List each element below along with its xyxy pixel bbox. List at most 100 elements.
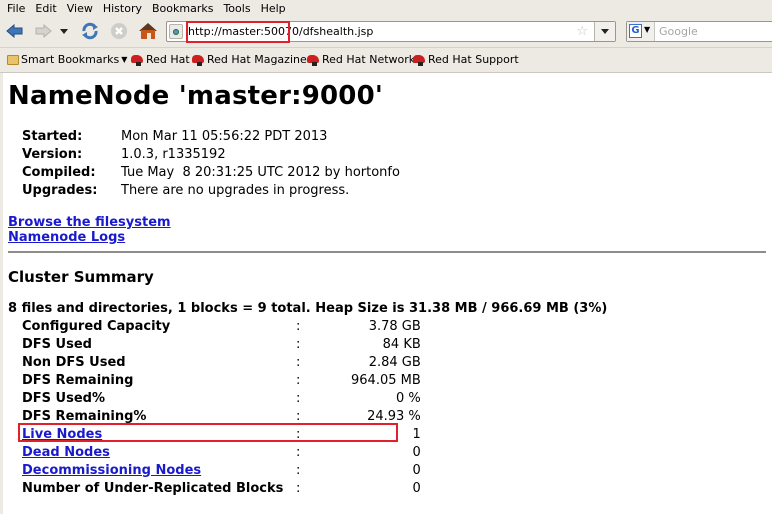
stats-row: Non DFS Used : 2.84 GB [22, 353, 421, 371]
stat-value: 1 [412, 426, 421, 442]
stats-row: Dead Nodes : 0 [22, 443, 421, 461]
search-input[interactable]: Google [659, 25, 698, 38]
section-divider [8, 251, 766, 253]
reload-icon [82, 22, 98, 40]
browse-filesystem-link[interactable]: Browse the filesystem [8, 215, 171, 230]
stat-value: 84 KB [382, 336, 421, 352]
bookmark-red-hat[interactable]: Red Hat [130, 53, 190, 66]
decommissioning-nodes-link[interactable]: Decommissioning Nodes [22, 463, 201, 478]
stats-row: DFS Remaining% : 24.93 % [22, 407, 421, 425]
redhat-icon [191, 54, 205, 66]
redhat-icon [412, 54, 426, 66]
menu-view[interactable]: View [67, 2, 93, 15]
menu-bookmarks[interactable]: Bookmarks [152, 2, 213, 15]
search-engine-button[interactable]: G ▼ [627, 22, 655, 41]
bookmark-smart-bookmarks[interactable]: Smart Bookmarks ▼ [7, 53, 127, 66]
stat-value: 2.84 GB [368, 354, 421, 370]
stat-label: Non DFS Used [22, 354, 126, 370]
google-icon: G [629, 24, 642, 38]
stat-value: 3.78 GB [368, 318, 421, 334]
stat-value: 24.93 % [367, 408, 421, 424]
stat-label: Dead Nodes [22, 443, 296, 461]
site-identity-icon[interactable] [169, 24, 183, 39]
info-key: Started: [22, 128, 83, 144]
live-nodes-link[interactable]: Live Nodes [22, 427, 102, 442]
info-value: Tue May 8 20:31:25 UTC 2012 by hortonfo [121, 164, 400, 180]
info-row: Version: 1.0.3, r1335192 [22, 145, 400, 163]
chevron-down-icon: ▼ [121, 55, 128, 64]
stop-button[interactable] [110, 22, 128, 40]
page-content: NameNode 'master:9000' Started: Mon Mar … [0, 73, 772, 514]
cluster-summary-heading: Cluster Summary [8, 268, 154, 286]
chevron-down-icon [60, 28, 68, 34]
home-button[interactable] [138, 22, 158, 40]
forward-arrow-icon [35, 24, 52, 38]
stat-separator: : [296, 336, 301, 352]
history-dropdown-button[interactable] [58, 22, 70, 40]
bookmark-star-icon[interactable]: ☆ [576, 24, 588, 39]
bookmark-label: Red Hat Support [428, 53, 519, 66]
url-input[interactable]: http://master:50070/dfshealth.jsp [188, 25, 373, 38]
stats-row: Decommissioning Nodes : 0 [22, 461, 421, 479]
stats-row: DFS Remaining : 964.05 MB [22, 371, 421, 389]
bookmark-red-hat-network[interactable]: Red Hat Network [306, 53, 415, 66]
stats-row: Live Nodes : 1 [22, 425, 421, 443]
url-bar[interactable]: http://master:50070/dfshealth.jsp ☆ [166, 21, 616, 42]
stat-label: Live Nodes [22, 425, 296, 443]
menu-history[interactable]: History [103, 2, 142, 15]
stat-separator: : [296, 372, 301, 388]
stat-value: 964.05 MB [351, 372, 421, 388]
menu-edit[interactable]: Edit [35, 2, 56, 15]
stat-value: 0 [412, 480, 421, 496]
info-value: Mon Mar 11 05:56:22 PDT 2013 [121, 128, 328, 144]
stats-row: DFS Used : 84 KB [22, 335, 421, 353]
forward-button[interactable] [34, 22, 52, 40]
bookmark-label: Red Hat Network [322, 53, 416, 66]
chevron-down-icon: ▼ [644, 25, 651, 34]
bookmark-label: Red Hat Magazine [207, 53, 307, 66]
stats-row: DFS Used% : 0 % [22, 389, 421, 407]
info-value: There are no upgrades in progress. [121, 182, 350, 198]
back-arrow-icon [6, 24, 23, 38]
navigation-toolbar: http://master:50070/dfshealth.jsp ☆ G ▼ … [0, 16, 772, 48]
stat-separator: : [296, 462, 301, 478]
info-row: Compiled: Tue May 8 20:31:25 UTC 2012 by… [22, 163, 400, 181]
stat-label: Configured Capacity [22, 318, 171, 334]
stat-value: 0 [412, 444, 421, 460]
folder-icon [7, 54, 19, 65]
stat-label: DFS Used% [22, 390, 106, 406]
search-bar[interactable]: G ▼ Google [626, 21, 772, 42]
back-button[interactable] [6, 22, 24, 40]
dead-nodes-link[interactable]: Dead Nodes [22, 445, 110, 460]
stat-label: Decommissioning Nodes [22, 461, 296, 479]
bookmark-red-hat-support[interactable]: Red Hat Support [412, 53, 519, 66]
stat-label: DFS Remaining% [22, 408, 147, 424]
info-key: Compiled: [22, 164, 96, 180]
cluster-stats-table: Configured Capacity : 3.78 GB DFS Used :… [22, 317, 421, 497]
bookmark-label: Smart Bookmarks [21, 53, 120, 66]
stats-row: Number of Under-Replicated Blocks : 0 [22, 479, 421, 497]
info-key: Version: [22, 146, 83, 162]
stat-value: 0 % [396, 390, 421, 406]
stat-label: DFS Remaining [22, 372, 134, 388]
reload-button[interactable] [80, 22, 100, 40]
stat-label: Number of Under-Replicated Blocks [22, 480, 284, 496]
namenode-info-table: Started: Mon Mar 11 05:56:22 PDT 2013 Ve… [22, 127, 400, 199]
menu-file[interactable]: File [7, 2, 25, 15]
chevron-down-icon [601, 29, 609, 34]
menu-tools[interactable]: Tools [223, 2, 250, 15]
info-row: Upgrades: There are no upgrades in progr… [22, 181, 400, 199]
menu-help[interactable]: Help [261, 2, 286, 15]
info-row: Started: Mon Mar 11 05:56:22 PDT 2013 [22, 127, 400, 145]
stat-separator: : [296, 408, 301, 424]
stop-icon [111, 23, 127, 39]
stat-value: 0 [412, 462, 421, 478]
bookmark-red-hat-magazine[interactable]: Red Hat Magazine [191, 53, 307, 66]
info-key: Upgrades: [22, 182, 98, 198]
url-dropdown-button[interactable] [594, 22, 615, 41]
namenode-logs-link[interactable]: Namenode Logs [8, 230, 171, 245]
home-icon [139, 23, 157, 39]
redhat-icon [130, 54, 144, 66]
bookmark-label: Red Hat [146, 53, 190, 66]
menu-bar: File Edit View History Bookmarks Tools H… [0, 0, 772, 16]
